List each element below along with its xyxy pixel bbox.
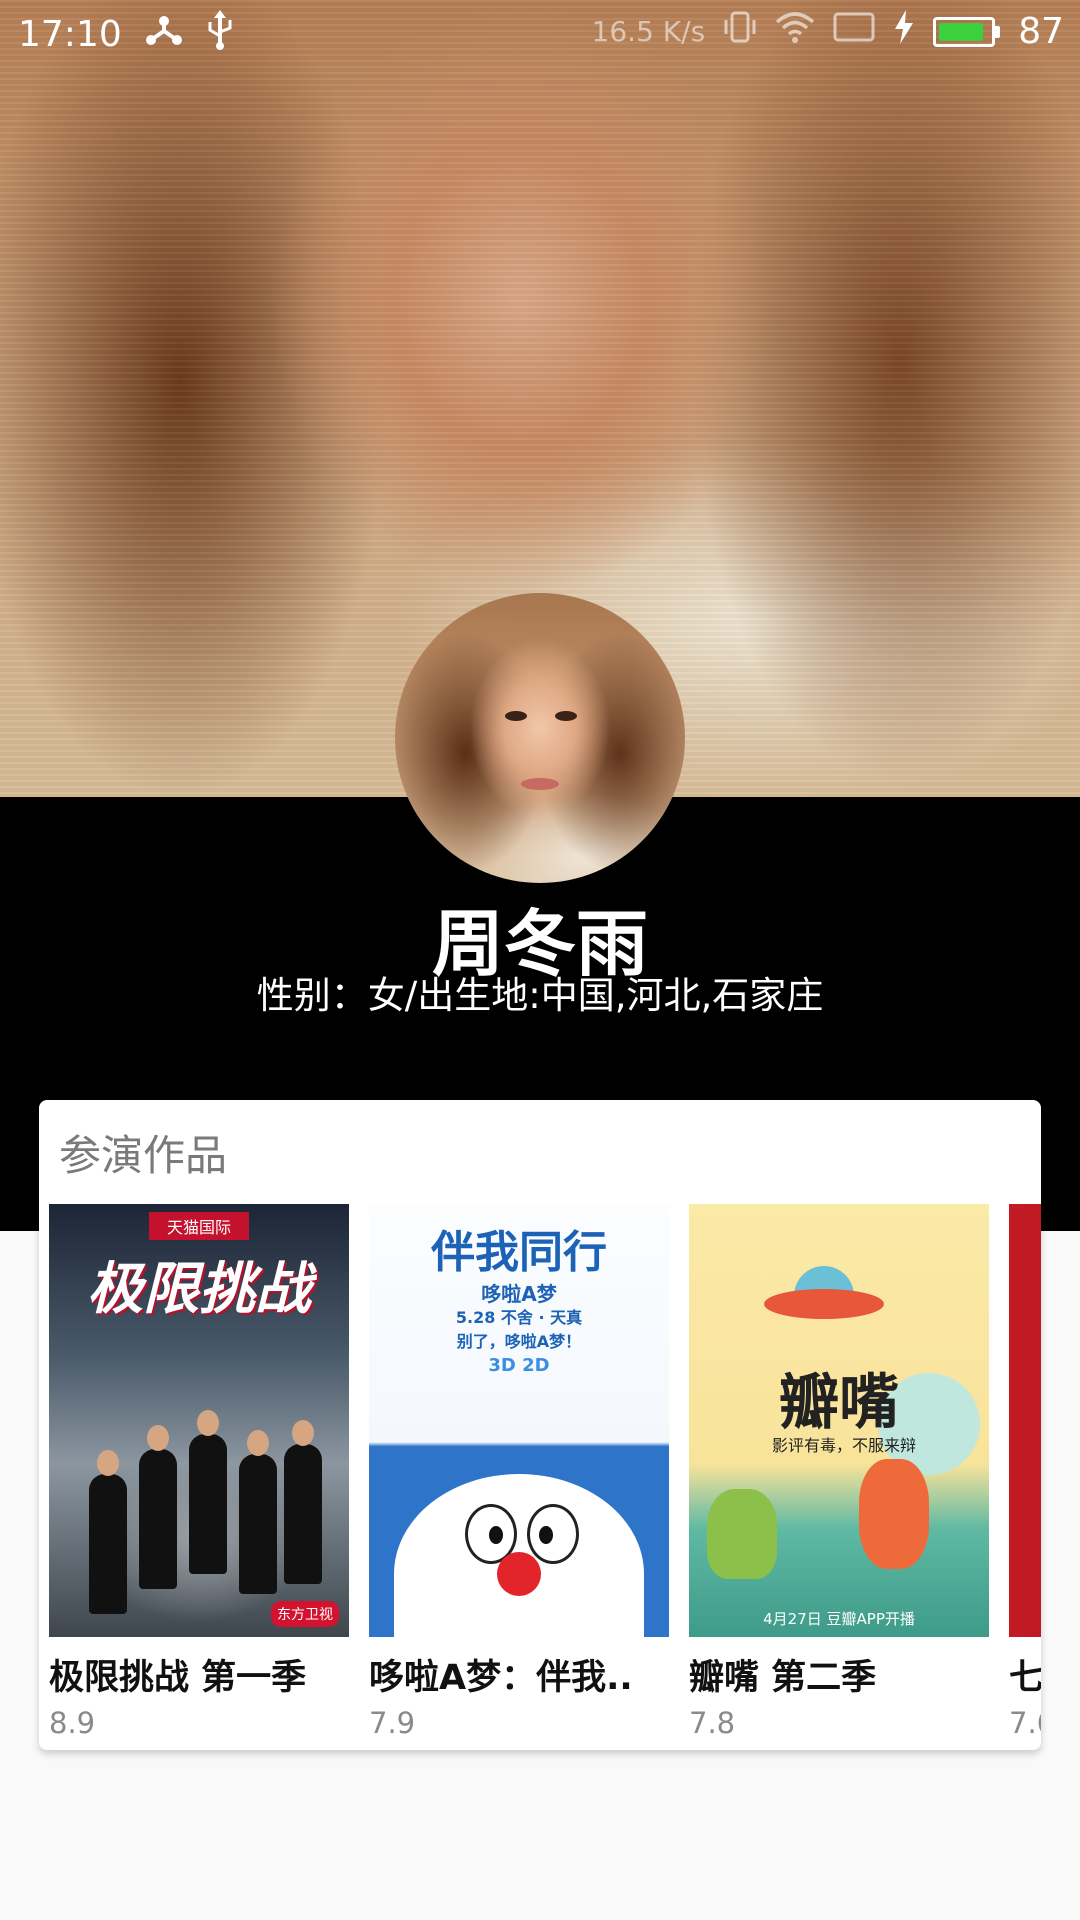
works-card: 参演作品 天猫国际 极限挑战 东方卫视 极限挑战 第一季 8.9 伴我同行 哆啦… [39,1100,1041,1750]
movie-rating: 7.8 [689,1706,736,1740]
battery-icon [933,16,1001,47]
works-section-title: 参演作品 [59,1131,228,1180]
works-carousel[interactable]: 天猫国际 极限挑战 东方卫视 极限挑战 第一季 8.9 伴我同行 哆啦A梦 5.… [49,1204,1041,1750]
movie-poster[interactable]: 天猫国际 极限挑战 东方卫视 [49,1204,349,1637]
usb-icon [206,10,234,59]
poster-subtitle-line: 别了，哆啦A梦！ [456,1332,582,1351]
movie-item[interactable]: 瓣嘴 影评有毒，不服来辩 4月27日 豆瓣APP开播 瓣嘴 第二季 7.8 [689,1204,989,1740]
doraemon-pupil [489,1526,503,1544]
avatar-eye-left [505,711,527,721]
cast-icon [833,11,875,52]
poster-brand: 天猫国际 [149,1212,249,1240]
status-right: 16.5 K/s 87 [592,10,1064,53]
movie-rating: 7.6 [1009,1706,1041,1740]
movie-title: 哆啦A梦：伴我.. [369,1658,633,1698]
poster-tagline: 影评有毒，不服来辩 [771,1436,916,1455]
vibrate-icon [723,10,757,53]
avatar-eye-right [555,711,577,721]
poster-character [707,1489,777,1579]
movie-poster[interactable]: 伴我同行 哆啦A梦 5.28 不舍 · 天真 别了，哆啦A梦！ 3D 2D [369,1204,669,1637]
poster-figure [89,1450,127,1614]
status-left: 17:10 [18,10,234,59]
movie-item[interactable]: 天猫国际 极限挑战 东方卫视 极限挑战 第一季 8.9 [49,1204,349,1740]
network-speed: 16.5 K/s [591,15,706,48]
movie-rating: 8.9 [49,1706,96,1740]
poster-ufo [764,1289,884,1319]
avatar-mouth [521,778,559,790]
battery-level: 87 [1018,11,1064,52]
movie-title: 极限挑战 第一季 [49,1658,307,1698]
poster-headline: 伴我同行 [431,1227,607,1278]
poster-character [859,1459,929,1569]
movie-title: 瓣嘴 第二季 [689,1658,877,1698]
poster-figure [284,1420,322,1584]
status-time: 17:10 [18,14,122,55]
poster-figure [189,1410,227,1574]
actor-info: 性别：女/出生地:中国,河北,石家庄 [256,974,824,1017]
actor-detail-screen: 17:10 16.5 K/s 87 周冬雨 性别：女/出生地:中国,河北,石家庄… [0,0,1080,1920]
poster-figure [239,1430,277,1594]
movie-item[interactable]: 伴我同行 哆啦A梦 5.28 不舍 · 天真 别了，哆啦A梦！ 3D 2D 哆啦… [369,1204,669,1740]
poster-subtitle: 哆啦A梦 5.28 不舍 · 天真 别了，哆啦A梦！ 3D 2D [369,1282,669,1378]
poster-date: 4月27日 豆瓣APP开播 [763,1610,915,1628]
doraemon-eye-right [527,1504,579,1564]
movie-poster[interactable] [1009,1204,1041,1637]
poster-logo-text: 极限挑战 [87,1257,311,1322]
movie-title: 七 [1009,1658,1041,1698]
doraemon-pupil [539,1526,553,1544]
poster-title-text: 瓣嘴 [779,1368,899,1438]
status-bar: 17:10 16.5 K/s 87 [0,0,1080,64]
movie-item[interactable]: 七 7.6 [1009,1204,1041,1740]
poster-subtitle-line: 5.28 不舍 · 天真 [455,1308,583,1327]
charging-icon [893,10,915,53]
poster-figure [139,1425,177,1589]
wifi-icon [775,10,815,53]
poster-subtitle-line: 哆啦A梦 [481,1282,557,1306]
share-icon [144,13,184,56]
poster-channel: 东方卫视 [271,1601,339,1627]
movie-rating: 7.9 [369,1706,416,1740]
movie-poster[interactable]: 瓣嘴 影评有毒，不服来辩 4月27日 豆瓣APP开播 [689,1204,989,1637]
poster-subtitle-line: 3D 2D [488,1355,550,1376]
actor-avatar[interactable] [395,593,685,883]
doraemon-nose [497,1552,541,1596]
